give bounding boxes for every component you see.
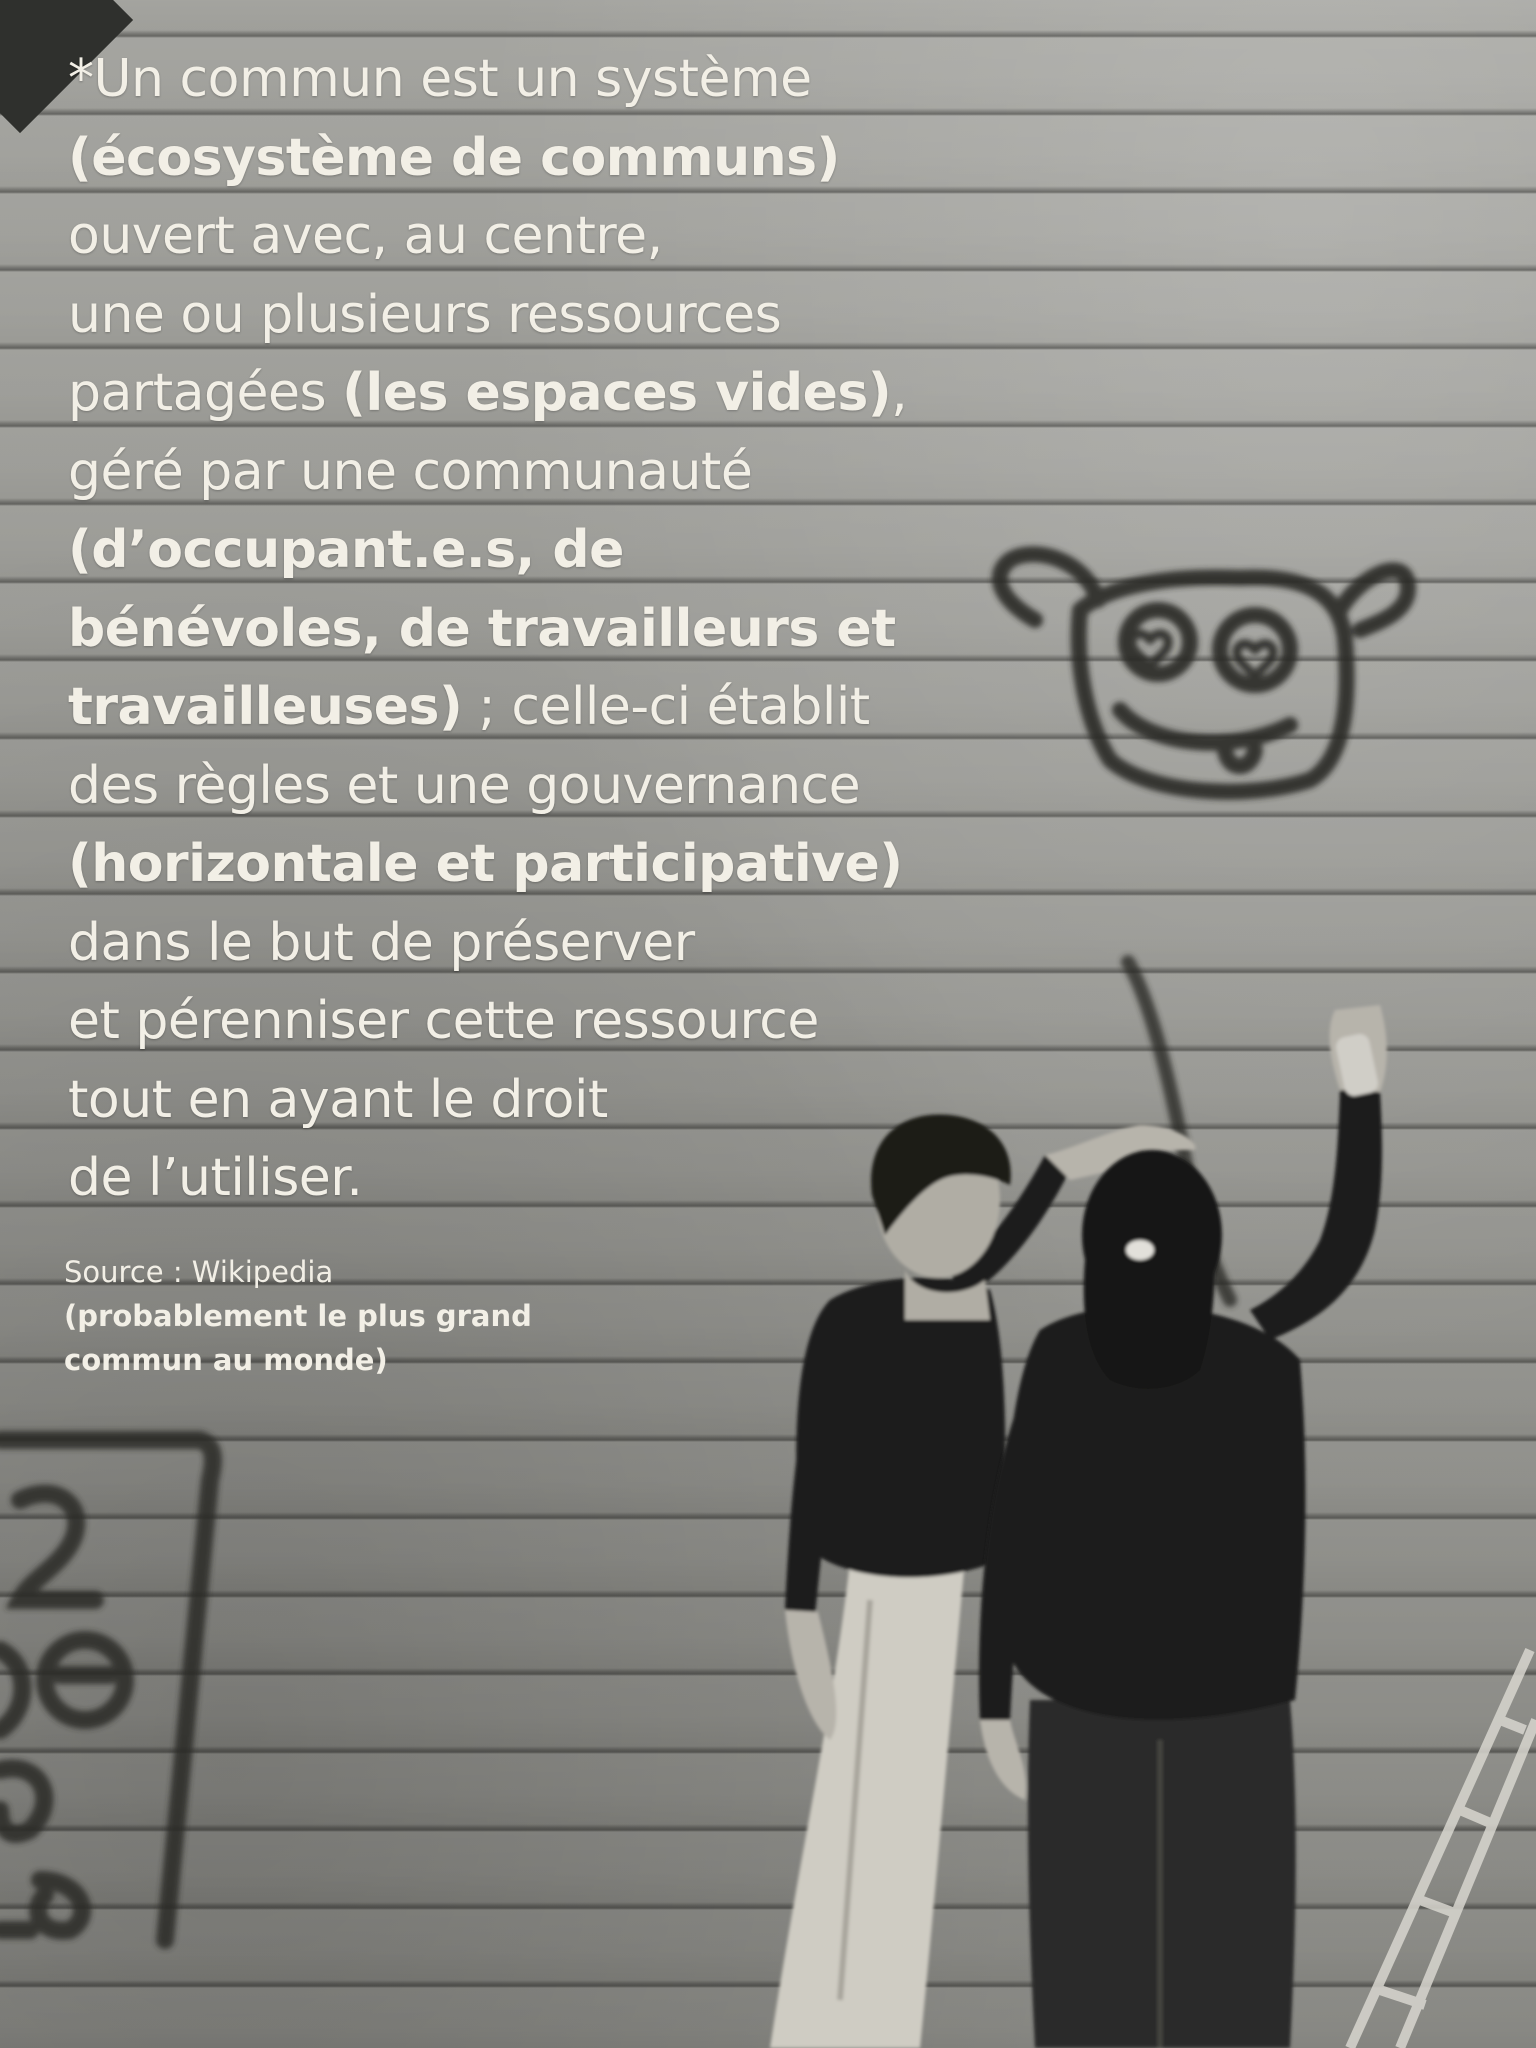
definition-line-bold: (horizontale et participative) [68, 834, 903, 894]
source-note-line: (probablement le plus grand [64, 1299, 532, 1333]
definition-line: tout en ayant le droit [68, 1069, 608, 1130]
definition-line: *Un commun est un système [68, 49, 812, 109]
definition-line: une ou plusieurs ressources [68, 284, 782, 345]
definition-line-bold: bénévoles, de travailleurs et [68, 598, 896, 659]
definition-line-bold: (écosystème de communs) [68, 127, 840, 188]
definition-line: et pérenniser cette ressource [68, 991, 819, 1051]
definition-line: des règles et une gouvernance [68, 755, 861, 816]
definition-fragment-bold: (les espaces vides) [342, 363, 892, 423]
definition-fragment: partagées [68, 363, 343, 423]
definition-text: *Un commun est un système (écosystème de… [68, 40, 948, 1218]
definition-line-bold: (d’occupant.e.s, de [68, 520, 624, 580]
definition-fragment: ; celle-ci établit [462, 677, 870, 737]
definition-line: dans le but de préserver [68, 912, 695, 973]
definition-line: travailleuses) ; celle-ci établit [68, 668, 948, 747]
definition-line: de l’utiliser. [68, 1148, 363, 1208]
definition-line: ouvert avec, au centre, [68, 206, 663, 266]
source-label: Source : Wikipedia [64, 1255, 334, 1289]
definition-fragment: , [891, 363, 908, 423]
source-note-line: commun au monde) [64, 1343, 388, 1377]
definition-line: partagées (les espaces vides), [68, 354, 948, 433]
definition-fragment-bold: travailleuses) [68, 677, 463, 737]
person-right [979, 1005, 1387, 2048]
ladder [1345, 1647, 1536, 2048]
graffiti-tag [0, 1431, 222, 1949]
definition-line: géré par une communauté [68, 441, 753, 502]
graffiti-face [991, 546, 1416, 800]
source-note: Source : Wikipedia (probablement le plus… [64, 1250, 584, 1382]
poster: *Un commun est un système (écosystème de… [0, 0, 1536, 2048]
